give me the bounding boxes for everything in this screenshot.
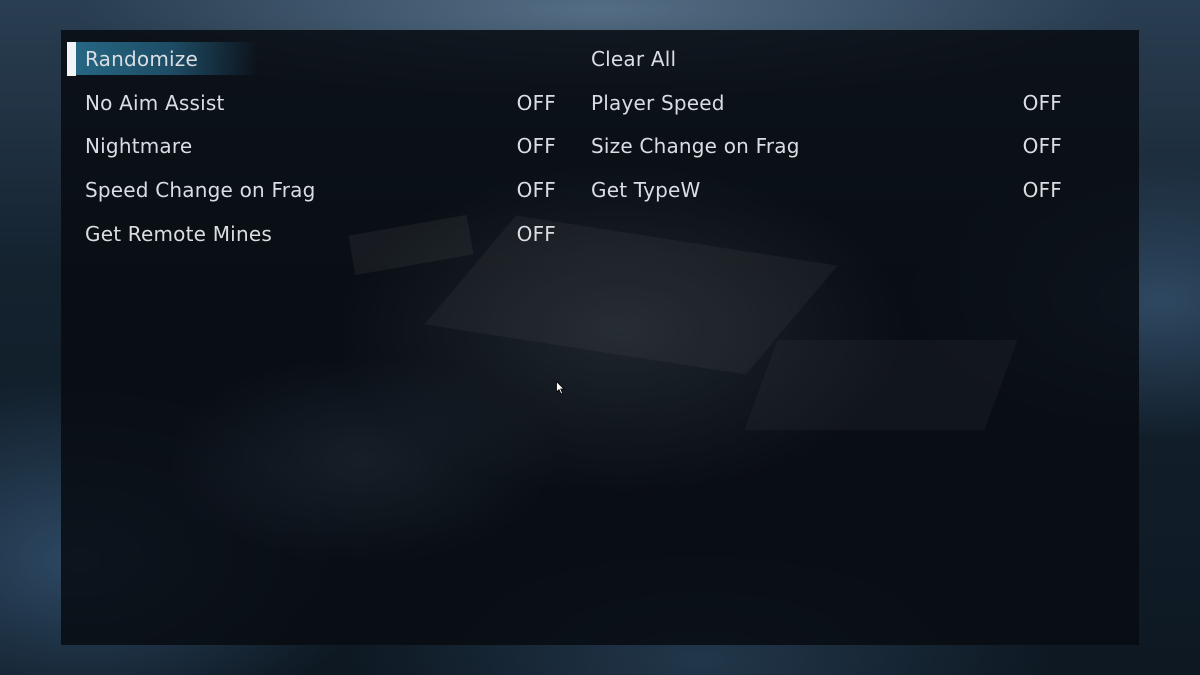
menu-item-size-change-on-frag[interactable]: Size Change on Frag OFF <box>591 128 1062 164</box>
menu-item-label: No Aim Assist <box>85 91 225 115</box>
menu-item-value: OFF <box>516 178 556 202</box>
menu-item-get-typew[interactable]: Get TypeW OFF <box>591 172 1062 208</box>
menu-item-value: OFF <box>516 222 556 246</box>
menu-item-label: Player Speed <box>591 91 725 115</box>
selection-indicator-bar <box>67 42 76 76</box>
menu-item-value: OFF <box>1022 91 1062 115</box>
menu-item-nightmare[interactable]: Nightmare OFF <box>85 128 556 164</box>
menu-item-label: Get TypeW <box>591 178 701 202</box>
background-ghost-shape <box>744 340 1018 430</box>
menu-item-no-aim-assist[interactable]: No Aim Assist OFF <box>85 85 556 121</box>
menu-item-label: Nightmare <box>85 134 193 158</box>
menu-item-value: OFF <box>1022 134 1062 158</box>
menu-item-player-speed[interactable]: Player Speed OFF <box>591 85 1062 121</box>
menu-item-value: OFF <box>516 134 556 158</box>
menu-item-get-remote-mines[interactable]: Get Remote Mines OFF <box>85 216 556 252</box>
menu-item-clear-all[interactable]: Clear All <box>591 41 1062 77</box>
mouse-pointer-icon <box>556 381 565 395</box>
menu-panel <box>61 30 1139 645</box>
menu-item-value: OFF <box>516 91 556 115</box>
menu-item-label: Size Change on Frag <box>591 134 800 158</box>
menu-item-randomize[interactable]: Randomize <box>85 41 556 77</box>
menu-item-speed-change-on-frag[interactable]: Speed Change on Frag OFF <box>85 172 556 208</box>
menu-item-label: Clear All <box>591 47 677 71</box>
menu-item-label: Randomize <box>85 47 198 71</box>
menu-item-value: OFF <box>1022 178 1062 202</box>
menu-item-label: Get Remote Mines <box>85 222 272 246</box>
menu-item-label: Speed Change on Frag <box>85 178 316 202</box>
